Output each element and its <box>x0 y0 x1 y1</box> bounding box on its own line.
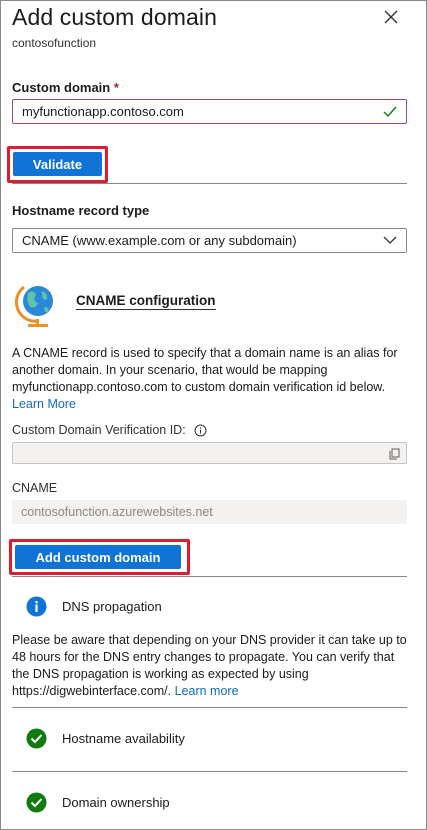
custom-domain-label: Custom domain * <box>12 80 119 95</box>
cname-value: contosofunction.azurewebsites.net <box>21 505 213 519</box>
hostname-record-select[interactable]: CNAME (www.example.com or any subdomain) <box>12 228 407 253</box>
success-check-icon <box>26 728 47 749</box>
copy-icon[interactable] <box>389 448 400 460</box>
dns-learn-more-link[interactable]: Learn more <box>175 684 239 698</box>
required-marker: * <box>113 80 119 95</box>
globe-icon <box>14 281 60 331</box>
domain-ownership-label: Domain ownership <box>62 795 170 810</box>
close-button[interactable] <box>380 6 402 28</box>
close-icon <box>384 10 398 24</box>
add-custom-domain-button[interactable]: Add custom domain <box>15 545 181 569</box>
custom-domain-label-text: Custom domain <box>12 80 111 95</box>
hostname-record-selected: CNAME (www.example.com or any subdomain) <box>22 233 297 248</box>
page-title: Add custom domain <box>12 4 217 30</box>
cname-label: CNAME <box>12 481 58 495</box>
hostname-record-label: Hostname record type <box>12 203 150 218</box>
verification-id-field[interactable] <box>12 442 407 464</box>
divider <box>12 576 407 577</box>
custom-domain-input[interactable]: myfunctionapp.contoso.com <box>12 99 407 124</box>
divider <box>12 183 407 184</box>
cname-description-text: A CNAME record is used to specify that a… <box>12 346 398 394</box>
info-filled-icon <box>26 596 47 617</box>
page-subtitle: contosofunction <box>12 36 97 50</box>
verification-id-label: Custom Domain Verification ID: <box>12 423 207 437</box>
info-icon[interactable] <box>194 424 207 437</box>
validate-button[interactable]: Validate <box>13 152 102 176</box>
chevron-down-icon <box>383 236 397 244</box>
cname-description: A CNAME record is used to specify that a… <box>12 345 412 413</box>
cname-config-title: CNAME configuration <box>76 293 216 310</box>
cname-learn-more-link[interactable]: Learn More <box>12 397 76 411</box>
verification-id-label-text: Custom Domain Verification ID: <box>12 423 186 437</box>
dns-description: Please be aware that depending on your D… <box>12 632 412 700</box>
cname-value-field: contosofunction.azurewebsites.net <box>12 500 407 524</box>
panel-frame <box>0 0 427 830</box>
divider <box>12 707 407 708</box>
checkmark-icon <box>383 106 397 117</box>
dns-propagation-title: DNS propagation <box>62 599 162 614</box>
hostname-availability-label: Hostname availability <box>62 731 185 746</box>
custom-domain-value: myfunctionapp.contoso.com <box>22 104 184 119</box>
divider <box>12 771 407 772</box>
success-check-icon <box>26 792 47 813</box>
